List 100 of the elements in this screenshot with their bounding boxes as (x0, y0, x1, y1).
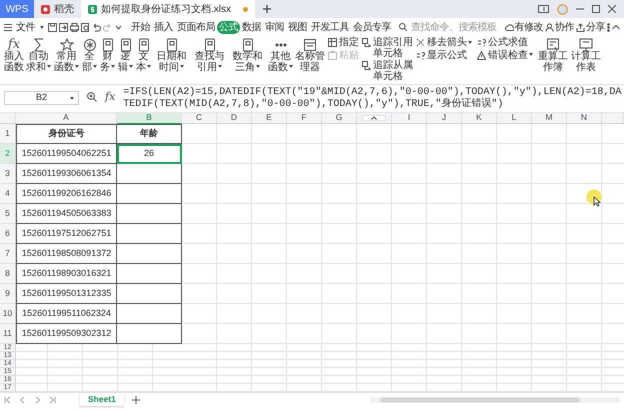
export-button[interactable] (59, 22, 68, 32)
ribbon-button[interactable]: 指定 (328, 38, 359, 48)
row-header[interactable]: 6 (0, 224, 16, 244)
ribbon-button[interactable]: fx 插入函数 (4, 38, 24, 73)
row-header[interactable]: 10 (0, 304, 16, 324)
avatar-icon (557, 4, 568, 14)
document-tab[interactable]: 稻壳 (34, 0, 81, 18)
ribbon-tab[interactable]: 开发工具 (309, 20, 351, 34)
ribbon-button[interactable]: 数学和三角 (229, 38, 266, 73)
caret-icon (40, 26, 44, 28)
export-icon (59, 22, 68, 32)
row-header[interactable]: 1 (0, 124, 16, 144)
table-cell (117, 164, 182, 184)
ribbon-button[interactable]: 错误检查 (477, 50, 535, 61)
row-header[interactable]: 11 (0, 324, 16, 344)
toolbar-action-button[interactable]: 协作 (545, 20, 574, 34)
preview-icon (81, 22, 90, 32)
ribbon-button[interactable]: 查找与引用 (191, 38, 228, 73)
name-box[interactable]: B2 (4, 91, 79, 105)
column-header[interactable]: L (497, 113, 532, 124)
window-icon (538, 5, 549, 13)
collapse-icon (612, 24, 620, 30)
ribbon-button[interactable]: 追踪引用单元格 (362, 38, 413, 59)
collapse-handle[interactable] (362, 115, 386, 121)
column-header[interactable]: J (427, 113, 462, 124)
column-header[interactable]: F (287, 113, 322, 124)
row-header[interactable]: 7 (0, 244, 16, 264)
more-icon (607, 22, 610, 32)
ribbon-button[interactable]: 显示公式 (416, 50, 474, 61)
column-header[interactable]: M (532, 113, 567, 124)
app-tab[interactable]: WPS (0, 0, 34, 18)
table-cell (117, 184, 182, 204)
ribbon-button[interactable]: 逻辑 (117, 38, 134, 73)
book-icon (136, 38, 150, 52)
function-button[interactable]: fx (105, 91, 116, 104)
add-sheet-icon (132, 396, 140, 404)
ribbon-tab[interactable]: 数据 (240, 20, 263, 34)
column-header[interactable]: K (462, 113, 497, 124)
table-cell: 152601199509302312 (16, 324, 117, 344)
preview-button[interactable] (81, 22, 90, 32)
menu-icon (4, 24, 12, 30)
next-sheet-icon (34, 396, 41, 404)
ribbon-button[interactable]: 计算工作表 (571, 38, 601, 73)
ribbon-button[interactable]: 追踪从属单元格 (362, 61, 413, 82)
table-cell (117, 244, 182, 264)
row-header[interactable]: 9 (0, 284, 16, 304)
warning-icon (477, 50, 486, 60)
formula-text[interactable]: =IFS(LEN(A2)=15,DATEDIF(TEXT("19"&MID(A2,7,6),"0-00-00"),TODAY(),"y"),LEN(A2)=18,DATEDIF(TEXT(MID(A2,7,8),"0-00-00"),TODAY(),"y"),TRUE,"身份证错误") (123, 87, 624, 110)
ribbon-button[interactable]: 移去箭头 (416, 38, 474, 48)
row-header[interactable]: 5 (0, 204, 16, 224)
ribbon-button[interactable]: 自动求和 (25, 38, 52, 73)
toolbar-action-button[interactable]: 有修改 (504, 20, 543, 34)
ribbon-button[interactable]: 日期和时间 (153, 38, 190, 73)
column-header[interactable]: G (322, 113, 357, 124)
close-icon (608, 5, 616, 13)
column-header[interactable]: I (392, 113, 427, 124)
row-header[interactable]: 3 (0, 164, 16, 184)
document-tab[interactable]: 如何提取身份证练习文档.xlsx (81, 0, 255, 18)
search-field[interactable]: 查找命令、搜索模板 (399, 22, 499, 32)
maximize-icon (592, 5, 600, 13)
column-header[interactable]: B (117, 113, 182, 124)
asterisk-icon (82, 38, 96, 52)
table-cell (117, 264, 182, 284)
column-header[interactable]: N (567, 113, 602, 124)
toolbar-action-button[interactable]: 分享 (576, 20, 605, 34)
ribbon-tab[interactable]: 视图 (286, 20, 309, 34)
ribbon-button[interactable]: 重算工作簿 (538, 38, 568, 73)
ribbon-tab[interactable]: 页面布局 (175, 20, 217, 34)
table-cell: 152601198508091372 (16, 244, 117, 264)
formula-icon (416, 50, 425, 60)
file-menu-button[interactable]: 文件 (4, 20, 46, 34)
column-header[interactable]: C (182, 113, 217, 124)
column-header[interactable]: D (217, 113, 252, 124)
row-header[interactable]: 8 (0, 264, 16, 284)
ribbon-tab[interactable]: 会员专享 (351, 20, 393, 34)
caret-up-icon (371, 116, 377, 120)
horizontal-scrollbar[interactable] (370, 396, 620, 404)
ribbon-button[interactable]: 常用函数 (53, 38, 80, 73)
ribbon-button[interactable]: 其他函数 (267, 38, 294, 73)
ribbon-button[interactable]: 全部 (81, 38, 98, 73)
ribbon-button[interactable]: 公式求值 (477, 38, 535, 48)
print-button[interactable] (70, 22, 79, 32)
ribbon-tab[interactable]: 开始 (129, 20, 152, 34)
save-button[interactable] (48, 22, 57, 32)
book-icon (240, 38, 254, 52)
table-cell (117, 324, 182, 344)
table-cell: 152601199504062251 (16, 144, 117, 164)
ribbon-tab[interactable]: 插入 (152, 20, 175, 34)
print-icon (70, 22, 79, 32)
ribbon-button[interactable]: 名称管理器 (295, 38, 325, 73)
row-header[interactable]: 4 (0, 184, 16, 204)
undo-button[interactable] (92, 22, 101, 32)
cloud-icon (504, 22, 514, 32)
ribbon-button[interactable]: 财务 (99, 38, 116, 73)
column-header[interactable]: A (16, 113, 117, 124)
book-icon (100, 38, 114, 52)
ribbon-tab[interactable]: 审阅 (263, 20, 286, 34)
ribbon-button[interactable]: 文本 (135, 38, 152, 73)
clipboard-icon (328, 50, 337, 60)
column-header[interactable]: E (252, 113, 287, 124)
